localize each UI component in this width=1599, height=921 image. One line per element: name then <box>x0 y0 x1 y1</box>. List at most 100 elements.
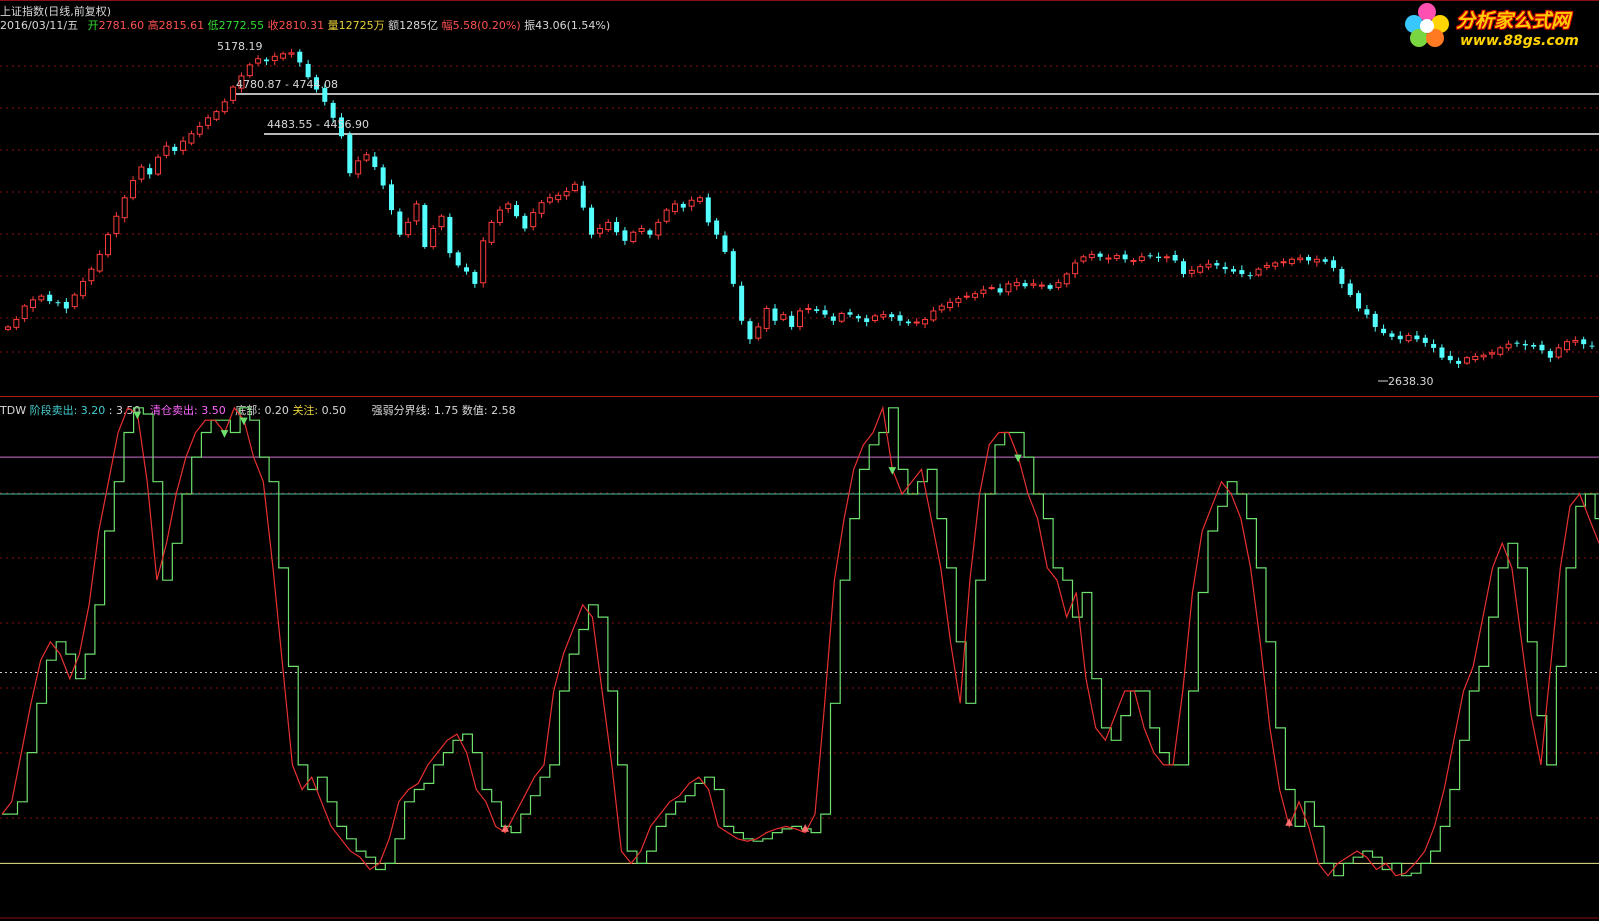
candle-body-up <box>1572 339 1579 343</box>
candle-body-down <box>647 230 653 235</box>
gap1-annotation: 4780.87 - 4744.08 <box>236 78 338 91</box>
candle-body-down <box>847 312 853 315</box>
candle-body-up <box>38 295 45 301</box>
candle-body-down <box>680 203 686 208</box>
candle-body-up <box>196 125 203 135</box>
candle-body-up <box>180 140 187 151</box>
candle-body-down <box>422 205 428 247</box>
candle-body-up <box>1297 257 1304 261</box>
candle-body-up <box>546 197 553 203</box>
candle-body-down <box>1447 355 1453 361</box>
candle-body-down <box>1531 345 1537 347</box>
candle-body-up <box>1472 355 1479 361</box>
candle-body-up <box>880 314 887 318</box>
candle-body-down <box>705 197 711 223</box>
candle-body-up <box>980 289 987 294</box>
candle-body-up <box>1030 283 1037 286</box>
candle-body-up <box>88 268 95 282</box>
sell-signal-icon: ▼ <box>134 410 142 421</box>
candle-body-up <box>1197 266 1204 273</box>
candle-body-up <box>538 202 545 214</box>
candle-body-up <box>80 280 87 297</box>
candle-body-up <box>138 166 145 180</box>
candle-body-up <box>1130 260 1137 263</box>
candle-body-down <box>1589 345 1595 347</box>
candle-body-up <box>1163 256 1170 259</box>
candle-body-down <box>1581 339 1587 345</box>
candle-body-down <box>380 167 386 186</box>
candle-body-up <box>213 111 220 120</box>
candle-body-down <box>1514 342 1520 344</box>
candle-body-up <box>596 228 603 234</box>
candle-body-up <box>221 101 228 113</box>
candles <box>5 48 1595 368</box>
candle-body-up <box>913 321 920 324</box>
candle-body-up <box>780 314 787 320</box>
candle-body-down <box>1381 328 1387 334</box>
candle-body-down <box>580 185 586 208</box>
candle-body-down <box>905 321 911 324</box>
candle-body-up <box>947 301 954 309</box>
candle-body-down <box>822 310 828 315</box>
candle-body-up <box>630 231 637 243</box>
candle-body-down <box>1239 270 1245 275</box>
candle-body-up <box>1080 256 1087 262</box>
candle-body-up <box>1055 282 1062 288</box>
candle-body-up <box>755 326 762 339</box>
candle-body-down <box>730 251 736 284</box>
candle-body-up <box>1480 354 1487 358</box>
tdw-indicator-chart[interactable]: ▼ ▼ ▼ ▲ ▲ ▼ ▼ ▲ <box>0 398 1599 921</box>
candle-body-up <box>71 294 78 308</box>
candle-body-down <box>330 102 336 118</box>
tdw-red-line <box>1 405 1599 877</box>
candle-body-up <box>663 209 670 222</box>
candle-body-up <box>1188 269 1195 274</box>
candle-body-up <box>246 64 253 77</box>
candle-body-up <box>1405 335 1412 342</box>
candle-body-down <box>1356 293 1362 309</box>
tdw-green-line <box>2 407 1599 877</box>
candle-body-up <box>922 319 929 325</box>
candle-body-up <box>1288 258 1295 265</box>
candle-body-up <box>1205 263 1212 268</box>
candle-body-up <box>113 215 120 235</box>
candle-body-up <box>105 234 112 256</box>
candle-body-down <box>772 308 778 321</box>
candle-body-up <box>1488 352 1495 355</box>
candle-body-down <box>1147 255 1153 257</box>
candle-body-down <box>397 211 403 235</box>
candle-body-down <box>722 235 728 252</box>
candle-body-up <box>1038 284 1045 287</box>
candle-body-up <box>405 221 412 236</box>
candle-body-down <box>1322 259 1328 262</box>
candle-body-up <box>430 228 437 248</box>
candle-body-up <box>1563 341 1570 351</box>
candle-body-up <box>1272 262 1279 267</box>
candle-body-down <box>1439 347 1445 358</box>
candle-body-down <box>297 51 303 63</box>
candle-body-down <box>522 215 528 229</box>
candlestick-chart[interactable]: 5178.19 4780.87 - 4744.08 4483.55 - 4456… <box>0 0 1599 398</box>
candle-body-up <box>1463 357 1470 364</box>
candle-body-down <box>347 134 353 174</box>
candle-body-down <box>622 230 628 241</box>
candle-body-up <box>1280 261 1287 264</box>
candle-body-up <box>438 215 445 228</box>
candle-body-down <box>1022 283 1028 287</box>
candle-body-up <box>355 160 362 175</box>
candle-body-down <box>472 271 478 284</box>
candle-body-up <box>505 203 512 210</box>
candle-body-up <box>605 221 612 231</box>
candle-body-down <box>789 315 795 327</box>
candle-body-down <box>1331 260 1337 268</box>
candle-body-up <box>555 194 562 201</box>
candle-body-up <box>1072 262 1079 275</box>
candle-body-up <box>805 307 812 310</box>
candle-body-up <box>530 212 537 228</box>
sell-signal-icon: ▼ <box>1014 453 1022 464</box>
candle-body-up <box>155 156 162 175</box>
candle-body-up <box>230 86 237 101</box>
candle-body-down <box>814 309 820 311</box>
candle-body-up <box>972 293 979 298</box>
candle-body-up <box>413 203 420 222</box>
